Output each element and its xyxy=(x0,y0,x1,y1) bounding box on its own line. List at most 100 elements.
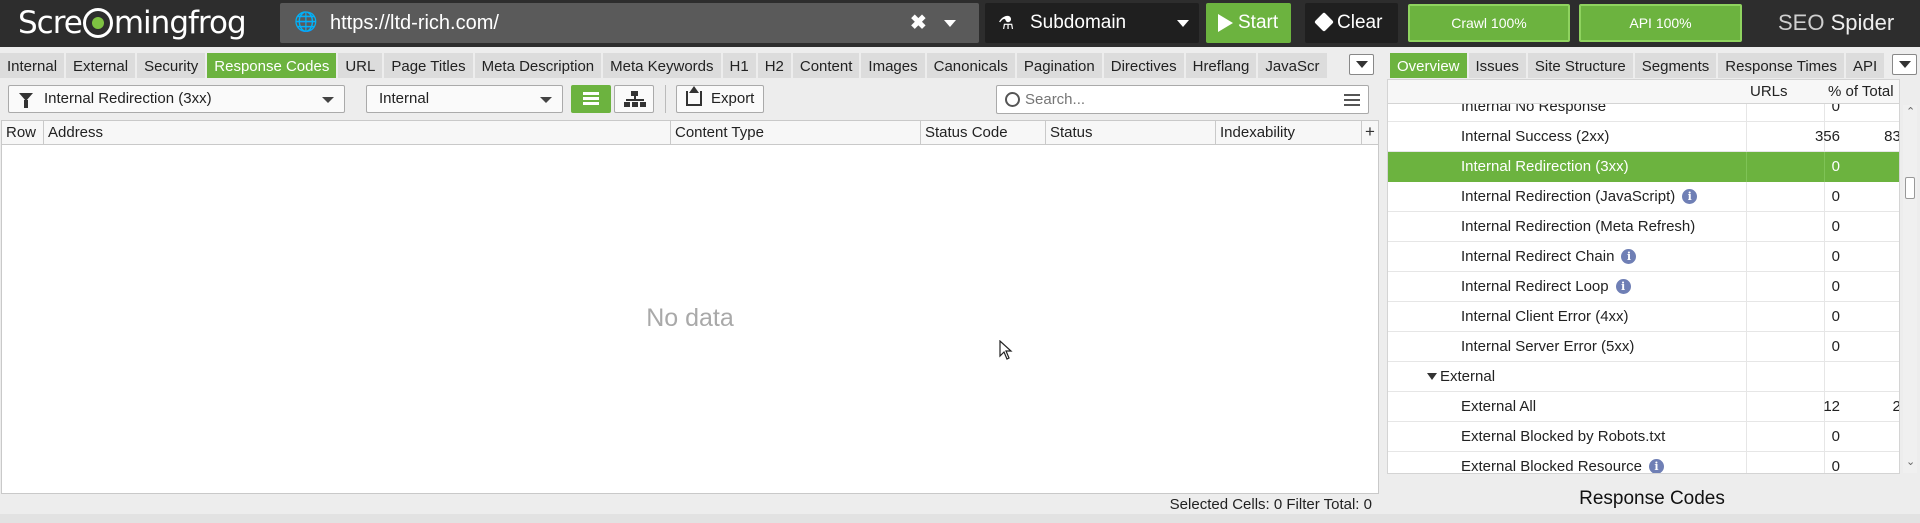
tab-hreflang[interactable]: Hreflang xyxy=(1185,51,1257,78)
overview-row[interactable]: Internal Redirect Chaini00% xyxy=(1388,242,1899,272)
tab-internal[interactable]: Internal xyxy=(0,51,65,78)
tab-h2[interactable]: H2 xyxy=(757,51,791,78)
overview-row[interactable]: External Blocked Resourcei00% xyxy=(1388,452,1899,473)
column-header-address[interactable]: Address xyxy=(44,121,671,145)
tabs-overflow-dropdown-icon[interactable] xyxy=(1349,54,1374,75)
search-input[interactable] xyxy=(1025,89,1325,110)
search-icon xyxy=(1005,92,1020,107)
tree-view-icon-bar xyxy=(626,99,644,101)
overview-row[interactable]: Internal Redirect Loopi00% xyxy=(1388,272,1899,302)
eraser-icon xyxy=(1314,12,1334,32)
logo-text-left: Scre xyxy=(18,5,83,41)
overview-row[interactable]: Internal Redirection (3xx)00% xyxy=(1388,152,1899,182)
overview-row[interactable]: Internal Client Error (4xx)00% xyxy=(1388,302,1899,332)
info-icon[interactable]: i xyxy=(1621,249,1637,264)
crawl-mode-label: Subdomain xyxy=(1030,12,1127,33)
brand-spider: Spider xyxy=(1830,10,1895,35)
frog-logo-icon xyxy=(82,8,113,38)
column-header-status-code[interactable]: Status Code xyxy=(921,121,1046,145)
tree-view-button[interactable] xyxy=(614,85,654,113)
side-tab-response-times[interactable]: Response Times xyxy=(1718,51,1845,78)
api-progress-button[interactable]: API 100% xyxy=(1579,4,1742,42)
tab-directives[interactable]: Directives xyxy=(1103,51,1184,78)
overview-row-label: Internal Redirection (Meta Refresh) xyxy=(1461,218,1695,235)
search-box[interactable] xyxy=(996,85,1369,114)
overview-row[interactable]: External Blocked by Robots.txt00% xyxy=(1388,422,1899,452)
overview-row-name: Internal Redirection (3xx) xyxy=(1461,158,1629,175)
toolbar-divider xyxy=(665,85,666,113)
overview-row-name: Internal Success (2xx) xyxy=(1461,128,1610,145)
results-grid[interactable]: Row Address Content Type Status Code Sta… xyxy=(1,120,1379,494)
column-header-urls[interactable]: URLs xyxy=(1750,83,1788,100)
cell-divider xyxy=(1746,242,1747,272)
url-history-dropdown-icon[interactable] xyxy=(944,20,956,27)
column-header-indexability[interactable]: Indexability xyxy=(1216,121,1362,145)
column-header-percent-total[interactable]: % of Total xyxy=(1828,83,1894,100)
overview-table[interactable]: URLs % of Total Internal No Response00%I… xyxy=(1387,79,1900,474)
side-tab-issues[interactable]: Issues xyxy=(1468,51,1526,78)
add-column-button[interactable]: + xyxy=(1362,121,1378,143)
overview-row-name: Internal Redirection (Meta Refresh) xyxy=(1461,218,1696,235)
crawl-mode-select[interactable]: ⚗ Subdomain xyxy=(985,3,1199,43)
crawl-progress-button[interactable]: Crawl 100% xyxy=(1408,4,1570,42)
scroll-up-icon[interactable]: ⌃ xyxy=(1906,105,1915,118)
tab-pagination[interactable]: Pagination xyxy=(1016,51,1102,78)
tab-page-titles[interactable]: Page Titles xyxy=(384,51,473,78)
info-icon[interactable]: i xyxy=(1615,279,1631,294)
overview-row[interactable]: Internal Redirection (Meta Refresh)00% xyxy=(1388,212,1899,242)
info-icon[interactable]: i xyxy=(1682,189,1698,204)
scroll-down-icon[interactable]: ⌄ xyxy=(1906,455,1915,468)
info-icon[interactable]: i xyxy=(1648,459,1664,473)
tab-content[interactable]: Content xyxy=(792,51,860,78)
cell-divider xyxy=(1746,152,1747,182)
tab-response-codes[interactable]: Response Codes xyxy=(207,51,337,78)
side-tab-overview[interactable]: Overview xyxy=(1390,51,1467,78)
overview-row[interactable]: Internal Redirection (JavaScript)i00% xyxy=(1388,182,1899,212)
tab-external[interactable]: External xyxy=(66,51,136,78)
side-tabs-overflow-dropdown-icon[interactable] xyxy=(1892,54,1917,75)
screaming-frog-logo: Scre mingfrog xyxy=(18,3,247,43)
side-tab-site-structure[interactable]: Site Structure xyxy=(1527,51,1633,78)
sliders-icon[interactable] xyxy=(1344,94,1360,106)
overview-row[interactable]: External All122,82% xyxy=(1388,392,1899,422)
expand-triangle-icon[interactable] xyxy=(1427,373,1437,380)
tab-javascr[interactable]: JavaScr xyxy=(1258,51,1327,78)
sliders-icon-line xyxy=(1344,94,1360,96)
side-tab-api[interactable]: API xyxy=(1846,51,1885,78)
clear-button[interactable]: Clear xyxy=(1305,3,1398,43)
tab-meta-description[interactable]: Meta Description xyxy=(474,51,602,78)
tab-security[interactable]: Security xyxy=(137,51,206,78)
tab-url[interactable]: URL xyxy=(338,51,383,78)
tab-canonicals[interactable]: Canonicals xyxy=(926,51,1015,78)
clear-url-icon[interactable]: ✖ xyxy=(910,10,927,35)
overview-row-name: External xyxy=(1440,368,1496,385)
main-tabs: Internal External Security Response Codes UR… xyxy=(0,51,1329,78)
scope-select[interactable]: Internal xyxy=(366,85,563,113)
overview-row-percent: 0% xyxy=(1825,458,1899,473)
export-button[interactable]: Export xyxy=(676,85,764,113)
column-header-content-type[interactable]: Content Type xyxy=(671,121,921,145)
filter-toolbar: Internal Redirection (3xx) Internal Expo… xyxy=(0,82,1380,115)
overview-row-label: External Blocked Resource i xyxy=(1461,458,1664,473)
tab-meta-keywords[interactable]: Meta Keywords xyxy=(603,51,721,78)
overview-row[interactable]: Internal Success (2xx)35683,76% xyxy=(1388,122,1899,152)
url-input[interactable]: 🌐 https://ltd-rich.com/ ✖ xyxy=(280,3,979,43)
overview-row-name: Internal Redirect Loop xyxy=(1461,278,1609,295)
overview-row[interactable]: Internal Server Error (5xx)00% xyxy=(1388,332,1899,362)
column-header-status[interactable]: Status xyxy=(1046,121,1216,145)
filter-select[interactable]: Internal Redirection (3xx) xyxy=(8,85,345,113)
tree-group-row[interactable]: External xyxy=(1388,362,1899,392)
cell-divider xyxy=(1746,362,1747,392)
start-button[interactable]: Start xyxy=(1206,3,1291,43)
list-view-button[interactable] xyxy=(571,85,611,113)
chevron-down-icon xyxy=(1177,20,1189,27)
filter-select-value: Internal Redirection (3xx) xyxy=(44,90,212,107)
scrollbar-thumb[interactable] xyxy=(1905,177,1915,199)
overview-row-percent: 0% xyxy=(1825,158,1899,175)
tab-images[interactable]: Images xyxy=(861,51,925,78)
column-header-row[interactable]: Row xyxy=(2,121,44,145)
url-text[interactable]: https://ltd-rich.com/ xyxy=(330,12,499,35)
side-tab-segments[interactable]: Segments xyxy=(1634,51,1717,78)
overview-scrollbar[interactable]: ⌃ ⌄ xyxy=(1903,105,1917,473)
tab-h1[interactable]: H1 xyxy=(722,51,756,78)
